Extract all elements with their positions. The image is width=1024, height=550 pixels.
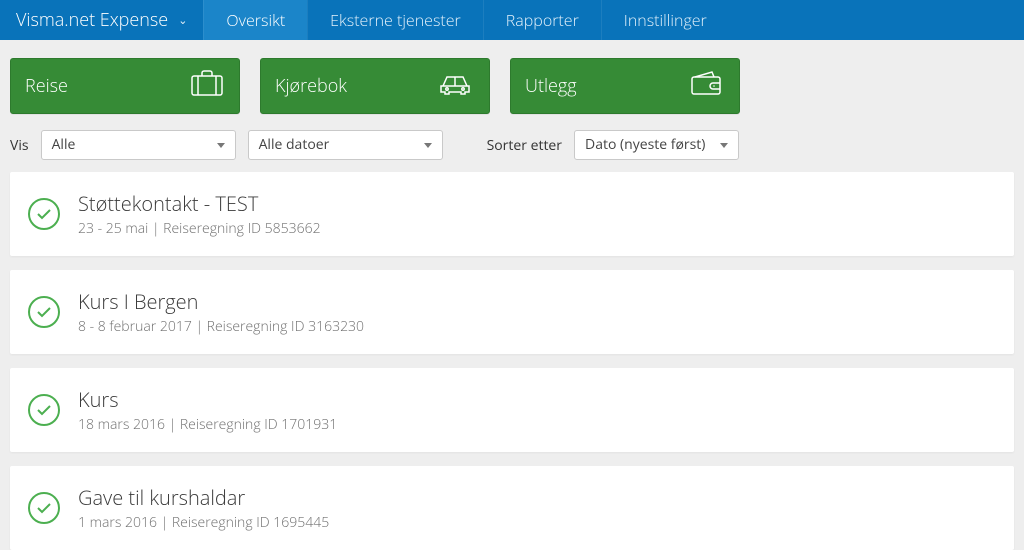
show-select-value: Alle (52, 135, 76, 154)
nav-settings-label: Innstillinger (624, 9, 707, 31)
nav-settings[interactable]: Innstillinger (601, 0, 729, 40)
topbar: Visma.net Expense ⌄ Oversikt Eksterne tj… (0, 0, 1024, 40)
check-circle-icon (28, 296, 60, 328)
date-select[interactable]: Alle datoer (248, 130, 443, 160)
check-circle-icon (28, 492, 60, 524)
tile-travel-label: Reise (25, 74, 68, 98)
list-item-subtitle: 1 mars 2016 | Reiseregning ID 1695445 (78, 513, 329, 532)
list-item-title: Gave til kurshaldar (78, 484, 329, 511)
app-switcher[interactable]: Visma.net Expense ⌄ (0, 0, 203, 40)
tile-drivelog[interactable]: Kjørebok (260, 58, 490, 114)
check-circle-icon (28, 394, 60, 426)
date-select-value: Alle datoer (259, 135, 330, 154)
tile-expense[interactable]: Utlegg (510, 58, 740, 114)
nav-external-label: Eksterne tjenester (330, 9, 461, 31)
nav-reports-label: Rapporter (506, 9, 579, 31)
list-item[interactable]: Kurs I Bergen 8 - 8 februar 2017 | Reise… (10, 270, 1014, 354)
wallet-icon (689, 68, 725, 104)
list-item-text: Kurs 18 mars 2016 | Reiseregning ID 1701… (78, 386, 337, 434)
list-item-subtitle: 18 mars 2016 | Reiseregning ID 1701931 (78, 415, 337, 434)
list-item[interactable]: Støttekontakt - TEST 23 - 25 mai | Reise… (10, 172, 1014, 256)
nav-external-services[interactable]: Eksterne tjenester (307, 0, 483, 40)
car-icon (435, 69, 475, 103)
nav-overview[interactable]: Oversikt (203, 0, 307, 40)
show-select[interactable]: Alle (41, 130, 236, 160)
tile-expense-label: Utlegg (525, 74, 577, 98)
list-item-title: Kurs (78, 386, 337, 413)
list-item-title: Kurs I Bergen (78, 288, 364, 315)
nav-reports[interactable]: Rapporter (483, 0, 601, 40)
list-item-subtitle: 23 - 25 mai | Reiseregning ID 5853662 (78, 219, 321, 238)
action-tiles: Reise Kjørebok Utlegg (0, 40, 1024, 126)
check-circle-icon (28, 198, 60, 230)
list-item-subtitle: 8 - 8 februar 2017 | Reiseregning ID 316… (78, 317, 364, 336)
sort-label: Sorter etter (487, 136, 562, 155)
sort-select-value: Dato (nyeste først) (585, 135, 705, 154)
list-item[interactable]: Gave til kurshaldar 1 mars 2016 | Reiser… (10, 466, 1014, 550)
list-item-title: Støttekontakt - TEST (78, 190, 321, 217)
list-item-text: Gave til kurshaldar 1 mars 2016 | Reiser… (78, 484, 329, 532)
list-item-text: Kurs I Bergen 8 - 8 februar 2017 | Reise… (78, 288, 364, 336)
chevron-down-icon: ⌄ (178, 13, 187, 28)
filter-bar: Vis Alle Alle datoer Sorter etter Dato (… (0, 126, 1024, 172)
app-title: Visma.net Expense (16, 8, 168, 32)
tile-drivelog-label: Kjørebok (275, 74, 347, 98)
tile-travel[interactable]: Reise (10, 58, 240, 114)
suitcase-icon (189, 68, 225, 104)
expense-list: Støttekontakt - TEST 23 - 25 mai | Reise… (0, 172, 1024, 550)
nav-overview-label: Oversikt (226, 9, 285, 31)
list-item-text: Støttekontakt - TEST 23 - 25 mai | Reise… (78, 190, 321, 238)
show-label: Vis (10, 136, 29, 155)
list-item[interactable]: Kurs 18 mars 2016 | Reiseregning ID 1701… (10, 368, 1014, 452)
sort-select[interactable]: Dato (nyeste først) (574, 130, 739, 160)
